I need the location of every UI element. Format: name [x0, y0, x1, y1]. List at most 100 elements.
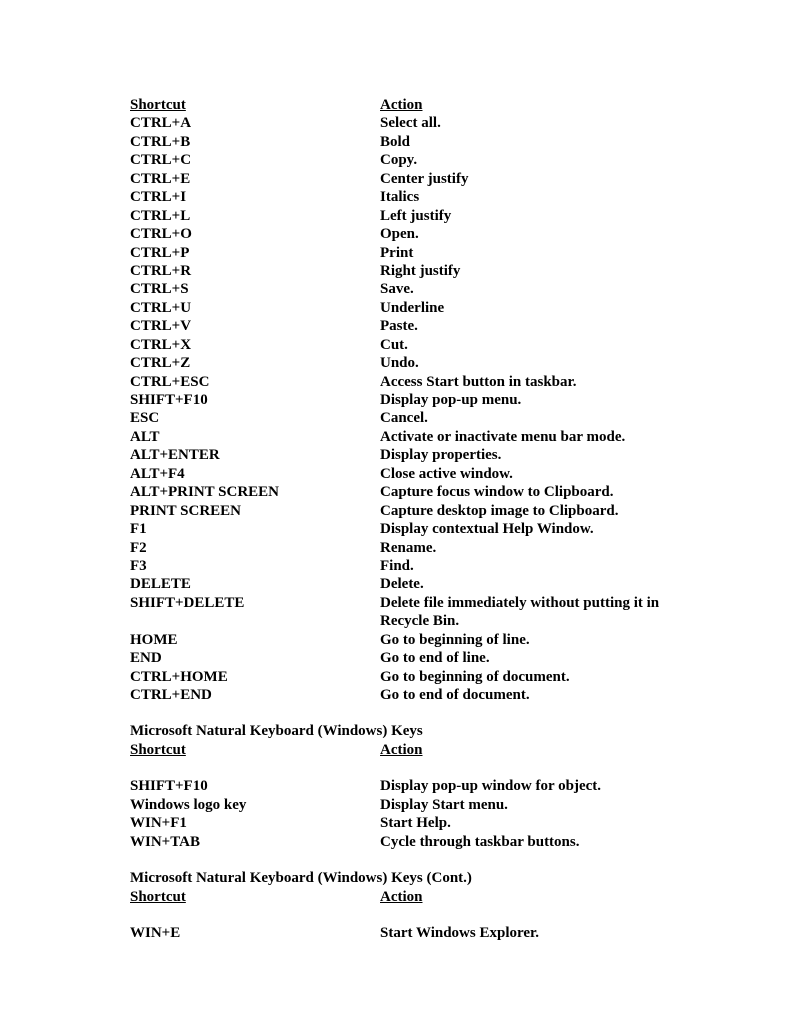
cell-shortcut: ALT — [130, 428, 380, 446]
cell-action: Rename. — [380, 539, 661, 557]
cell-action: Copy. — [380, 151, 661, 169]
table-row: WIN+TABCycle through taskbar buttons. — [130, 833, 661, 851]
table-row: CTRL+ZUndo. — [130, 354, 661, 372]
cell-action: Left justify — [380, 207, 661, 225]
table-row: WIN+F1Start Help. — [130, 814, 661, 832]
cell-action: Capture focus window to Clipboard. — [380, 483, 661, 501]
cell-action: Go to beginning of document. — [380, 668, 661, 686]
header-action: Action — [380, 888, 661, 906]
cell-shortcut: CTRL+E — [130, 170, 380, 188]
table-row: ALT+ENTERDisplay properties. — [130, 446, 661, 464]
cell-action: Cycle through taskbar buttons. — [380, 833, 661, 851]
cell-action: Go to end of document. — [380, 686, 661, 704]
cell-action: Select all. — [380, 114, 661, 132]
cell-shortcut: CTRL+U — [130, 299, 380, 317]
cell-action: Start Help. — [380, 814, 661, 832]
header-shortcut: Shortcut — [130, 96, 380, 114]
cell-shortcut: ALT+F4 — [130, 465, 380, 483]
cell-shortcut: F2 — [130, 539, 380, 557]
cell-action: Access Start button in taskbar. — [380, 373, 661, 391]
table-row: PRINT SCREENCapture desktop image to Cli… — [130, 502, 661, 520]
table-row: F3Find. — [130, 557, 661, 575]
cell-action: Cut. — [380, 336, 661, 354]
cell-shortcut: SHIFT+DELETE — [130, 594, 380, 612]
cell-shortcut: CTRL+L — [130, 207, 380, 225]
table-row: Windows logo keyDisplay Start menu. — [130, 796, 661, 814]
document-page: Shortcut Action CTRL+ASelect all. CTRL+B… — [0, 0, 791, 1024]
cell-shortcut: WIN+E — [130, 924, 380, 942]
table-row: WIN+EStart Windows Explorer. — [130, 924, 661, 942]
cell-shortcut: CTRL+P — [130, 244, 380, 262]
cell-action: Display Start menu. — [380, 796, 661, 814]
cell-action: Bold — [380, 133, 661, 151]
section-spacer — [130, 704, 661, 722]
section-title: Microsoft Natural Keyboard (Windows) Key… — [130, 869, 661, 887]
cell-action: Delete. — [380, 575, 661, 593]
table-row: HOMEGo to beginning of line. — [130, 631, 661, 649]
cell-shortcut: CTRL+A — [130, 114, 380, 132]
cell-action: Italics — [380, 188, 661, 206]
table-row: F1Display contextual Help Window. — [130, 520, 661, 538]
cell-shortcut: DELETE — [130, 575, 380, 593]
table-row: SHIFT+DELETEDelete file immediately with… — [130, 594, 661, 631]
cell-shortcut: CTRL+ESC — [130, 373, 380, 391]
table-row: CTRL+UUnderline — [130, 299, 661, 317]
cell-action: Print — [380, 244, 661, 262]
cell-shortcut: F3 — [130, 557, 380, 575]
cell-shortcut: CTRL+B — [130, 133, 380, 151]
table-row: ALT+PRINT SCREENCapture focus window to … — [130, 483, 661, 501]
table-row: CTRL+IItalics — [130, 188, 661, 206]
cell-action: Paste. — [380, 317, 661, 335]
table-header-row: Shortcut Action — [130, 741, 661, 759]
cell-action: Go to end of line. — [380, 649, 661, 667]
table-row: ALT+F4Close active window. — [130, 465, 661, 483]
table-row: CTRL+ESCAccess Start button in taskbar. — [130, 373, 661, 391]
cell-action: Save. — [380, 280, 661, 298]
cell-action: Cancel. — [380, 409, 661, 427]
table-row: DELETEDelete. — [130, 575, 661, 593]
cell-action: Find. — [380, 557, 661, 575]
table-row: ALTActivate or inactivate menu bar mode. — [130, 428, 661, 446]
cell-shortcut: CTRL+HOME — [130, 668, 380, 686]
table-row: CTRL+HOMEGo to beginning of document. — [130, 668, 661, 686]
table-header-row: Shortcut Action — [130, 888, 661, 906]
section-title: Microsoft Natural Keyboard (Windows) Key… — [130, 722, 661, 740]
cell-action: Delete file immediately without putting … — [380, 594, 661, 631]
header-spacer — [130, 906, 661, 924]
cell-action: Display pop-up window for object. — [380, 777, 661, 795]
table-row: CTRL+PPrint — [130, 244, 661, 262]
cell-shortcut: CTRL+X — [130, 336, 380, 354]
cell-shortcut: WIN+TAB — [130, 833, 380, 851]
cell-shortcut: WIN+F1 — [130, 814, 380, 832]
cell-shortcut: END — [130, 649, 380, 667]
cell-shortcut: HOME — [130, 631, 380, 649]
cell-shortcut: CTRL+C — [130, 151, 380, 169]
cell-shortcut: CTRL+V — [130, 317, 380, 335]
table-row: CTRL+XCut. — [130, 336, 661, 354]
cell-action: Right justify — [380, 262, 661, 280]
header-spacer — [130, 759, 661, 777]
cell-shortcut: F1 — [130, 520, 380, 538]
cell-action: Activate or inactivate menu bar mode. — [380, 428, 661, 446]
header-shortcut: Shortcut — [130, 888, 380, 906]
cell-shortcut: Windows logo key — [130, 796, 380, 814]
section-spacer — [130, 851, 661, 869]
header-action: Action — [380, 96, 661, 114]
table-row: ESCCancel. — [130, 409, 661, 427]
table-row: CTRL+ECenter justify — [130, 170, 661, 188]
table-row: CTRL+ASelect all. — [130, 114, 661, 132]
cell-shortcut: ALT+ENTER — [130, 446, 380, 464]
cell-action: Open. — [380, 225, 661, 243]
table-row: CTRL+CCopy. — [130, 151, 661, 169]
cell-action: Undo. — [380, 354, 661, 372]
cell-action: Capture desktop image to Clipboard. — [380, 502, 661, 520]
cell-shortcut: ALT+PRINT SCREEN — [130, 483, 380, 501]
header-action: Action — [380, 741, 661, 759]
table-row: SHIFT+F10Display pop-up window for objec… — [130, 777, 661, 795]
table-row: CTRL+ENDGo to end of document. — [130, 686, 661, 704]
cell-shortcut: PRINT SCREEN — [130, 502, 380, 520]
cell-action: Display contextual Help Window. — [380, 520, 661, 538]
cell-shortcut: CTRL+END — [130, 686, 380, 704]
table-row: F2Rename. — [130, 539, 661, 557]
cell-shortcut: SHIFT+F10 — [130, 777, 380, 795]
